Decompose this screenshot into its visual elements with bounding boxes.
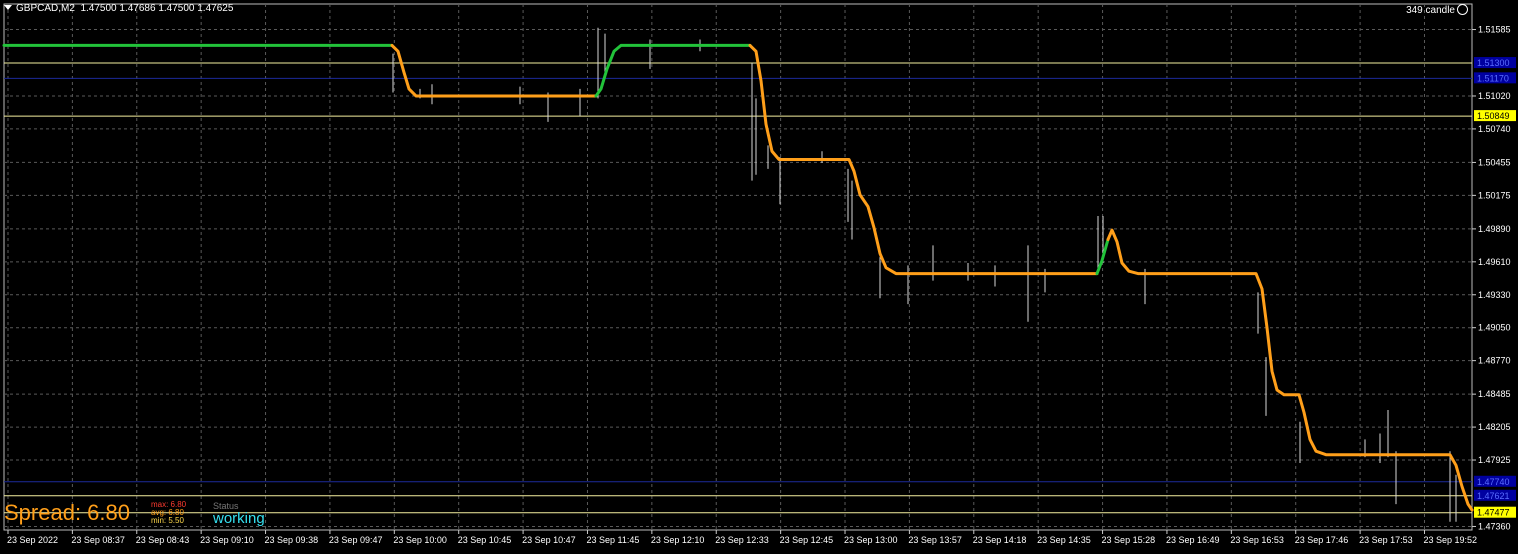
spread-label: Spread: 6.80 <box>4 500 130 525</box>
time-tick-label: 23 Sep 15:28 <box>1102 535 1156 545</box>
level-label: 1.47740 <box>1477 477 1510 487</box>
price-tick-label: 1.49050 <box>1478 323 1511 333</box>
price-tick-label: 1.49330 <box>1478 290 1511 300</box>
series-segment-down <box>1106 228 1474 512</box>
time-tick-label: 23 Sep 2022 <box>7 535 58 545</box>
time-tick-label: 23 Sep 10:47 <box>522 535 576 545</box>
time-tick-label: 23 Sep 10:45 <box>458 535 512 545</box>
time-tick-label: 23 Sep 16:53 <box>1230 535 1284 545</box>
level-label: 1.50849 <box>1477 111 1510 121</box>
time-tick-label: 23 Sep 13:57 <box>908 535 962 545</box>
price-chart[interactable]: 1.51585 1.51020 1.50740 1.50455 1.50175 1.498… <box>0 0 1518 550</box>
price-tick-label: 1.48205 <box>1478 422 1511 432</box>
chart-grid <box>3 3 1473 531</box>
candle-count-label: 349 candle <box>1406 5 1455 16</box>
axes: 1.51585 1.51020 1.50740 1.50455 1.50175 1.498… <box>7 25 1516 545</box>
price-levels <box>4 62 1472 514</box>
time-tick-label: 23 Sep 08:43 <box>136 535 190 545</box>
price-tick-label: 1.50455 <box>1478 157 1511 167</box>
time-tick-label: 23 Sep 09:47 <box>329 535 383 545</box>
smiley-icon <box>1457 4 1468 15</box>
symbol-label: GBPCAD,M2 <box>16 3 75 14</box>
time-tick-label: 23 Sep 16:49 <box>1166 535 1220 545</box>
time-tick-label: 23 Sep 12:45 <box>780 535 834 545</box>
price-tick-label: 1.49610 <box>1478 257 1511 267</box>
price-tick-label: 1.47925 <box>1478 455 1511 465</box>
status-value: working <box>213 510 265 527</box>
series-segment-down <box>390 43 598 98</box>
price-tick-label: 1.47360 <box>1478 521 1511 531</box>
price-tick-label: 1.50740 <box>1478 124 1511 134</box>
candle-counter: 349 candle <box>1406 4 1468 16</box>
series-segment-down <box>748 43 1099 276</box>
time-tick-label: 23 Sep 17:53 <box>1359 535 1413 545</box>
plot-frame <box>3 3 1473 531</box>
chart-window[interactable]: 1.51585 1.51020 1.50740 1.50455 1.50175 1.498… <box>0 0 1518 550</box>
time-tick-label: 23 Sep 09:10 <box>200 535 254 545</box>
time-tick-label: 23 Sep 08:37 <box>71 535 125 545</box>
price-series <box>2 43 1474 512</box>
price-tick-label: 1.48485 <box>1478 389 1511 399</box>
time-tick-label: 23 Sep 13:00 <box>844 535 898 545</box>
price-tick-label: 1.50175 <box>1478 190 1511 200</box>
spread-min: min: 5.50 <box>151 516 184 525</box>
time-tick-label: 23 Sep 11:45 <box>586 535 639 545</box>
price-tick-label: 1.48770 <box>1478 356 1511 366</box>
series-segment-up <box>594 43 752 98</box>
chart-header: GBPCAD,M2 1.47500 1.47686 1.47500 1.4762… <box>4 3 233 14</box>
level-label: 1.51170 <box>1477 73 1509 83</box>
time-tick-label: 23 Sep 14:35 <box>1037 535 1091 545</box>
time-tick-label: 23 Sep 14:18 <box>973 535 1027 545</box>
price-tick-label: 1.51585 <box>1478 25 1511 35</box>
time-tick-label: 23 Sep 12:33 <box>715 535 769 545</box>
level-label: 1.47621 <box>1477 491 1510 501</box>
time-tick-label: 23 Sep 17:46 <box>1295 535 1349 545</box>
time-tick-label: 23 Sep 09:38 <box>265 535 319 545</box>
time-tick-label: 23 Sep 19:52 <box>1423 535 1477 545</box>
price-tick-label: 1.49890 <box>1478 224 1511 234</box>
level-label: 1.47477 <box>1477 508 1510 518</box>
price-tick-label: 1.51020 <box>1478 91 1511 101</box>
time-tick-label: 23 Sep 12:10 <box>651 535 705 545</box>
collapse-triangle-icon[interactable] <box>4 5 12 10</box>
level-label: 1.51300 <box>1477 58 1510 68</box>
ohlc-values: 1.47500 1.47686 1.47500 1.47625 <box>80 3 234 14</box>
time-tick-label: 23 Sep 10:00 <box>393 535 447 545</box>
